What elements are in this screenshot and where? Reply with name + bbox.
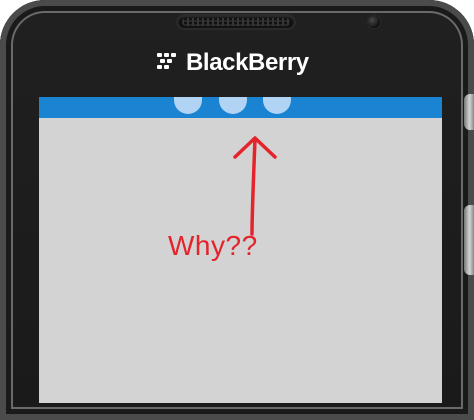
brand-name: BlackBerry (186, 49, 309, 76)
top-bar-indicator-dot (219, 97, 247, 114)
side-button-upper (464, 94, 474, 130)
side-button-lower (464, 205, 474, 275)
screen-top-bar (39, 97, 442, 118)
blackberry-logo-icon (157, 53, 176, 69)
device-screen: Why?? (39, 97, 442, 403)
speaker-grill (178, 16, 294, 28)
annotation-text: Why?? (168, 230, 258, 261)
front-sensor (368, 16, 380, 28)
top-bar-indicator-dot (174, 97, 202, 114)
brand-lockup: BlackBerry (156, 49, 316, 77)
top-bar-indicator-dot (263, 97, 291, 114)
upward-arrow-icon (233, 136, 277, 236)
phone-body: BlackBerry Why?? (0, 0, 474, 420)
